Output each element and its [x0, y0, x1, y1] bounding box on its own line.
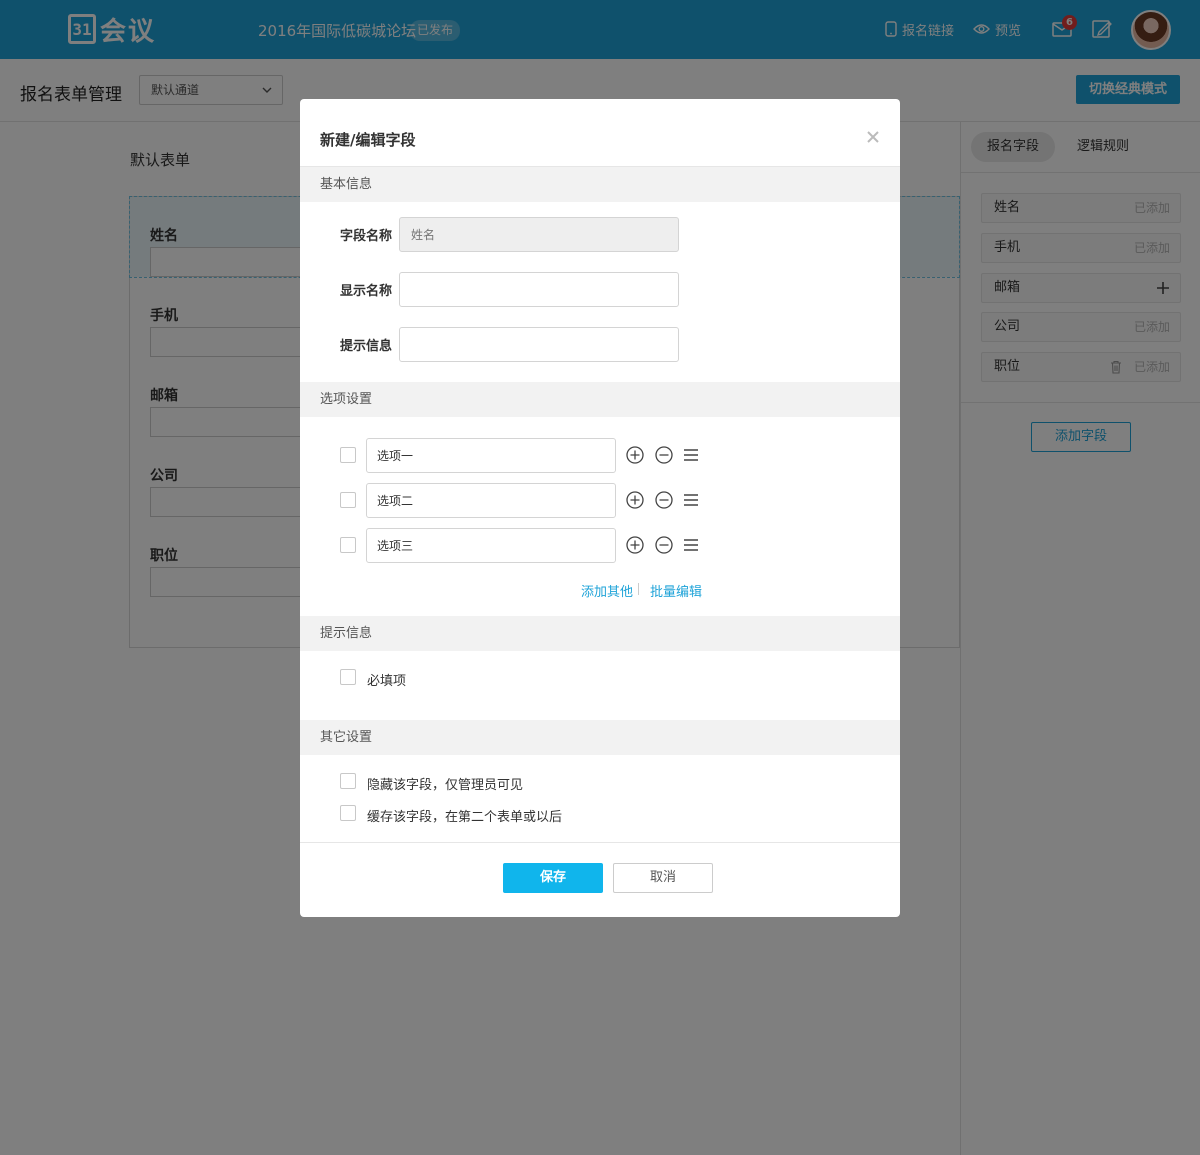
required-checkbox[interactable] — [340, 669, 356, 685]
edit-field-dialog: 新建/编辑字段 基本信息 字段名称 显示名称 提示信息 选项设置 添加其他 批量… — [300, 99, 900, 917]
drag-handle-icon[interactable] — [682, 446, 700, 464]
divider — [638, 583, 639, 595]
cancel-button[interactable]: 取消 — [613, 863, 713, 893]
hide-field-label: 隐藏该字段，仅管理员可见 — [367, 778, 524, 793]
divider — [300, 842, 900, 843]
option-3-input[interactable] — [366, 528, 616, 563]
batch-edit-link[interactable]: 批量编辑 — [650, 581, 702, 600]
drag-handle-icon[interactable] — [682, 491, 700, 509]
section-other-settings: 其它设置 — [300, 720, 900, 755]
remove-option-icon[interactable] — [655, 446, 673, 464]
section-hint: 提示信息 — [300, 616, 900, 651]
field-name-input — [399, 217, 679, 252]
section-basic-info: 基本信息 — [300, 167, 900, 202]
add-option-icon[interactable] — [626, 446, 644, 464]
close-icon[interactable] — [866, 130, 880, 144]
drag-handle-icon[interactable] — [682, 536, 700, 554]
save-button[interactable]: 保存 — [503, 863, 603, 893]
add-option-icon[interactable] — [626, 491, 644, 509]
option-3-checkbox[interactable] — [340, 537, 356, 553]
display-name-label: 显示名称 — [340, 284, 393, 299]
dialog-title: 新建/编辑字段 — [320, 131, 416, 149]
add-other-link[interactable]: 添加其他 — [581, 581, 633, 600]
cache-field-checkbox[interactable] — [340, 805, 356, 821]
hide-field-checkbox[interactable] — [340, 773, 356, 789]
option-1-input[interactable] — [366, 438, 616, 473]
required-label: 必填项 — [367, 674, 407, 689]
section-options: 选项设置 — [300, 382, 900, 417]
field-name-label: 字段名称 — [340, 229, 393, 244]
cache-field-label: 缓存该字段，在第二个表单或以后 — [367, 810, 563, 825]
hint-input[interactable] — [399, 327, 679, 362]
option-2-checkbox[interactable] — [340, 492, 356, 508]
remove-option-icon[interactable] — [655, 491, 673, 509]
option-1-checkbox[interactable] — [340, 447, 356, 463]
display-name-input[interactable] — [399, 272, 679, 307]
option-2-input[interactable] — [366, 483, 616, 518]
hint-label: 提示信息 — [340, 339, 393, 354]
remove-option-icon[interactable] — [655, 536, 673, 554]
add-option-icon[interactable] — [626, 536, 644, 554]
